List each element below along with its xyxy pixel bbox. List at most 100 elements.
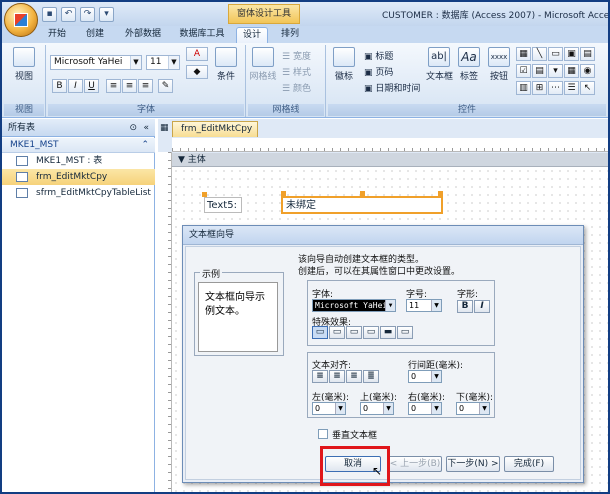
align-right-button[interactable]: ≡ (138, 79, 153, 93)
collapse-pane-icon[interactable]: « (143, 119, 149, 137)
sample-group-label: 示例 (200, 267, 223, 280)
move-handle[interactable] (281, 191, 286, 196)
nav-group-header[interactable]: MKE1_MST ⌃ (2, 138, 155, 153)
wizard-align-center-button[interactable]: ≡ (329, 370, 345, 383)
effect-flat-button[interactable]: ▭ (312, 326, 328, 339)
effect-sunken-button[interactable]: ▭ (346, 326, 362, 339)
effect-shadowed-button[interactable]: ▬ (380, 326, 396, 339)
conditional-format-button[interactable]: 条件 (212, 47, 240, 82)
navigation-pane: 所有表 ⊙ « MKE1_MST ⌃ MKE1_MST : 表 frm_Edit… (2, 119, 155, 492)
right-margin-select[interactable]: 0 ▼ (408, 402, 442, 415)
line-spacing-select[interactable]: 0 ▼ (408, 370, 442, 383)
attachment-control-icon[interactable]: ⊞ (532, 81, 547, 95)
highlight-box (320, 446, 390, 486)
group-label-views: 视图 (4, 104, 44, 116)
nav-item-table[interactable]: MKE1_MST : 表 (2, 153, 155, 169)
font-color-button[interactable]: A (186, 47, 208, 61)
textbox-button[interactable]: ab| 文本框 (426, 47, 453, 82)
image-control-icon[interactable]: ▦ (516, 47, 531, 61)
next-button[interactable]: 下一步(N) > (446, 456, 500, 472)
resize-handle[interactable] (438, 191, 443, 196)
back-button[interactable]: < 上一步(B) (388, 456, 442, 472)
effect-chiseled-button[interactable]: ▭ (397, 326, 413, 339)
tab-external-data[interactable]: 外部数据 (120, 27, 166, 43)
customize-qat-icon[interactable]: ▾ (99, 6, 114, 22)
nav-pane-header[interactable]: 所有表 ⊙ « (2, 119, 155, 137)
size-select[interactable]: 11 ▼ (406, 299, 442, 312)
chevron-down-icon: ▼ (168, 56, 179, 69)
font-select[interactable]: Microsoft YaHei ▼ (312, 299, 396, 312)
tab-database-tools[interactable]: 数据库工具 (174, 27, 230, 43)
save-icon[interactable]: ▪ (42, 6, 57, 22)
datetime-button[interactable]: ▣ 日期和时间 (364, 81, 420, 94)
title-button[interactable]: ▣ 标题 (364, 49, 393, 62)
line-control-icon[interactable]: ╲ (532, 47, 547, 61)
chevron-down-icon[interactable]: ⊙ (129, 119, 137, 137)
tab-arrange[interactable]: 排列 (274, 27, 306, 43)
ribbon-tabs: 开始 创建 外部数据 数据库工具 设计 排列 (2, 26, 608, 43)
property-control-icon[interactable]: ☰ (564, 81, 579, 95)
grid-color-button[interactable]: ☰ 颜色 (282, 81, 311, 94)
checkbox-control-icon[interactable]: ☑ (516, 64, 531, 78)
align-center-button[interactable]: ≡ (122, 79, 137, 93)
form-textbox-control[interactable]: 未绑定 (281, 196, 443, 214)
form-icon (16, 172, 28, 182)
gridlines-button[interactable]: 网格线 (248, 47, 278, 82)
toggle-control-icon[interactable]: ▣ (564, 47, 579, 61)
select-control-icon[interactable]: ↖ (580, 81, 595, 95)
group-label-controls: 控件 (328, 104, 606, 116)
font-size-combo[interactable]: 11 ▼ (146, 55, 180, 70)
page-number-button[interactable]: ▣ 页码 (364, 65, 393, 78)
detail-section-bar[interactable]: ▼ 主体 (172, 153, 608, 167)
tab-create[interactable]: 创建 (80, 27, 110, 43)
fill-color-button[interactable]: ◆ (186, 65, 208, 79)
nav-item-subform[interactable]: sfrm_EditMktCpyTableList (2, 185, 155, 201)
wizard-align-left-button[interactable]: ≡ (312, 370, 328, 383)
view-button[interactable]: 视图 (10, 47, 38, 82)
effect-etched-button[interactable]: ▭ (363, 326, 379, 339)
grid-style-button[interactable]: ☰ 样式 (282, 65, 311, 78)
form-label-control[interactable]: Text5: (204, 197, 242, 213)
office-button[interactable] (4, 3, 38, 37)
ribbon: 视图 视图 Microsoft YaHei ▼ 11 ▼ A ◆ B I U ≡ ≡… (2, 43, 608, 118)
wizard-italic-button[interactable]: I (474, 300, 490, 313)
format-painter-button[interactable]: ✎ (158, 79, 173, 93)
grid-width-button[interactable]: ☰ 宽度 (282, 49, 311, 62)
wizard-align-distribute-button[interactable]: ≣ (363, 370, 379, 383)
align-left-button[interactable]: ≡ (106, 79, 121, 93)
bold-button[interactable]: B (52, 79, 67, 93)
listbox-control-icon[interactable]: ▤ (532, 64, 547, 78)
resize-handle[interactable] (360, 191, 365, 196)
move-handle[interactable] (202, 192, 207, 197)
left-margin-select[interactable]: 0 ▼ (312, 402, 346, 415)
logo-button[interactable]: 徽标 (330, 47, 358, 82)
radio-control-icon[interactable]: ◉ (580, 64, 595, 78)
wizard-align-right-button[interactable]: ≡ (346, 370, 362, 383)
vertical-ruler (158, 152, 172, 492)
font-name-combo[interactable]: Microsoft YaHei ▼ (50, 55, 142, 70)
top-margin-select[interactable]: 0 ▼ (360, 402, 394, 415)
tab-design[interactable]: 设计 (236, 27, 268, 43)
finish-button[interactable]: 完成(F) (504, 456, 554, 472)
effect-raised-button[interactable]: ▭ (329, 326, 345, 339)
undo-icon[interactable]: ↶ (61, 6, 76, 22)
chevron-up-icon: ⌃ (141, 140, 149, 150)
nav-item-form[interactable]: frm_EditMktCpy (2, 169, 155, 185)
redo-icon[interactable]: ↷ (80, 6, 95, 22)
document-tab[interactable]: frm_EditMktCpy (172, 121, 258, 137)
combobox-control-icon[interactable]: ▾ (548, 64, 563, 78)
underline-button[interactable]: U (84, 79, 99, 93)
subform-control-icon[interactable]: ▦ (564, 64, 579, 78)
italic-button[interactable]: I (68, 79, 83, 93)
button-button[interactable]: xxxx 按钮 (486, 47, 512, 82)
wizard-bold-button[interactable]: B (457, 300, 473, 313)
label-button[interactable]: Aa 标签 (456, 47, 482, 82)
tab-control-icon[interactable]: ▤ (580, 47, 595, 61)
chart-control-icon[interactable]: ▥ (516, 81, 531, 95)
tab-home[interactable]: 开始 (42, 27, 72, 43)
sample-preview: 文本框向导示例文本。 (198, 282, 278, 352)
vertical-text-checkbox[interactable] (318, 429, 328, 439)
page-break-control-icon[interactable]: ⋯ (548, 81, 563, 95)
rectangle-control-icon[interactable]: ▭ (548, 47, 563, 61)
bottom-margin-select[interactable]: 0 ▼ (456, 402, 490, 415)
